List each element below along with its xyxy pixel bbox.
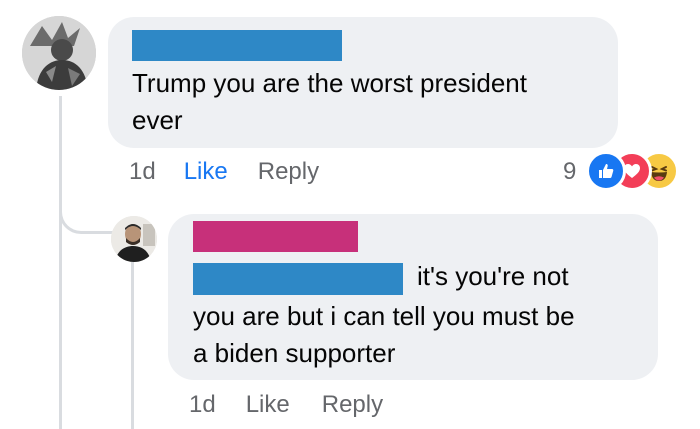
mention-redaction xyxy=(193,263,403,295)
comment-timestamp[interactable]: 1d xyxy=(129,158,156,186)
avatar-portrait-icon xyxy=(22,16,96,90)
reaction-count[interactable]: 9 xyxy=(563,158,576,186)
reply-bubble: it's you're not you are but i can tell y… xyxy=(168,214,658,380)
replier-avatar[interactable] xyxy=(111,216,157,262)
comment-text-line-2: ever xyxy=(132,105,183,135)
reply-text-line-3: a biden supporter xyxy=(193,338,396,368)
replier-name-redaction xyxy=(193,221,358,252)
comment-text-line-1: Trump you are the worst president xyxy=(132,68,527,98)
comment-bubble: Trump you are the worst president ever xyxy=(108,17,618,148)
commenter-avatar[interactable] xyxy=(22,16,96,90)
reply-text-line-1: it's you're not xyxy=(417,261,569,291)
reply-actions: 1d Like Reply xyxy=(189,391,383,419)
commenter-name-redaction xyxy=(132,30,342,61)
thread-line-branch xyxy=(59,200,114,234)
comment-reply-button[interactable]: Reply xyxy=(258,158,319,186)
reply-like-button[interactable]: Like xyxy=(246,391,290,419)
reply-reply-button[interactable]: Reply xyxy=(322,391,383,419)
thread-line-vertical xyxy=(59,96,62,429)
thumbs-up-icon xyxy=(599,164,614,178)
reply-thread-line xyxy=(131,262,134,429)
comment-actions: 1d Like Reply xyxy=(129,158,319,186)
avatar-portrait-icon xyxy=(111,216,157,262)
reply-text-line-2: you are but i can tell you must be xyxy=(193,301,575,331)
like-reaction-icon[interactable] xyxy=(586,151,626,191)
comment-like-button[interactable]: Like xyxy=(184,158,228,186)
reply-timestamp[interactable]: 1d xyxy=(189,391,216,419)
